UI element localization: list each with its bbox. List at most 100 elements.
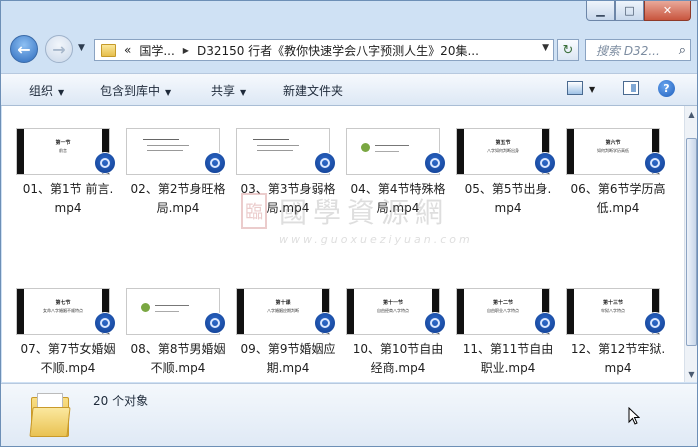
share-label: 共享 (211, 84, 236, 98)
preview-pane-icon[interactable] (623, 81, 639, 95)
back-button[interactable]: ← (10, 35, 38, 63)
chevron-down-icon: ▼ (240, 88, 247, 97)
item-count: 20 个对象 (93, 394, 149, 408)
file-name: 08、第8节男婚姻 不顺.mp4 (124, 340, 232, 378)
change-view-icon[interactable] (567, 81, 583, 95)
address-prefix[interactable]: « (124, 43, 131, 57)
scroll-up-icon[interactable]: ▲ (685, 107, 697, 121)
search-icon[interactable]: ⌕ (679, 43, 686, 58)
thumbnail-subtitle: 女命八字婚姻不顺特点 (43, 308, 83, 313)
forward-button[interactable]: → (45, 35, 73, 63)
file-name-line-1: 10、第10节自由 (352, 342, 444, 356)
thumbnail-subtitle: 如何判断学历高低 (597, 148, 629, 153)
file-name: 12、第12节牢狱. mp4 (564, 340, 672, 378)
file-name-line-1: 01、第1节 前言. (22, 182, 114, 196)
file-name-line-2: mp4 (54, 201, 82, 215)
thumbnail-title: 第十课 (275, 300, 291, 306)
file-list[interactable]: 第一节 前言 01、第1节 前言. mp4 02、第2节身旺格 局.mp4 03、第3节身弱… (2, 106, 684, 382)
file-name: 03、第3节身弱格 局.mp4 (234, 180, 342, 218)
media-player-icon (94, 152, 116, 174)
search-placeholder: 搜索 D32... (596, 43, 660, 58)
thumbnail-title: 第十二节 (492, 300, 513, 306)
recent-pages-dropdown[interactable]: ▼ (78, 43, 85, 53)
chevron-down-icon: ▼ (165, 88, 172, 97)
media-player-icon (314, 312, 336, 334)
media-player-icon (534, 152, 556, 174)
file-name-line-1: 03、第3节身弱格 (240, 182, 336, 196)
thumbnail-title: 第一节 (55, 140, 71, 146)
scrollbar-thumb[interactable] (686, 138, 697, 346)
file-name: 06、第6节学历高 低.mp4 (564, 180, 672, 218)
media-player-icon (424, 152, 446, 174)
file-name-line-1: 09、第9节婚姻应 (240, 342, 336, 356)
file-name-line-1: 12、第12节牢狱. (570, 342, 666, 356)
file-name: 10、第10节自由 经商.mp4 (344, 340, 452, 378)
media-player-icon (644, 312, 666, 334)
caption-buttons: ▁ □ ✕ (586, 1, 691, 21)
thumbnail-subtitle: 八字婚姻应期判断 (267, 308, 299, 313)
thumbnail-subtitle: 自由职业八字特点 (487, 308, 519, 313)
search-input[interactable]: 搜索 D32... ⌕ (585, 39, 691, 61)
media-player-icon (314, 152, 336, 174)
folder-icon (29, 393, 71, 437)
file-name: 09、第9节婚姻应 期.mp4 (234, 340, 342, 378)
scroll-down-icon[interactable]: ▼ (685, 367, 697, 381)
chevron-down-icon: ▼ (58, 88, 65, 97)
file-name-line-1: 06、第6节学历高 (570, 182, 666, 196)
address-dropdown-icon[interactable]: ▼ (542, 43, 549, 53)
refresh-button[interactable]: ↻ (557, 39, 579, 61)
explorer-window: ▁ □ ✕ ← → ▼ « 国学... ▶ D32150 行者《教你快速学会八字… (0, 0, 698, 447)
command-toolbar: 组织 ▼ 包含到库中 ▼ 共享 ▼ 新建文件夹 ▼ ? (1, 73, 697, 106)
file-name-line-2: 职业.mp4 (480, 361, 536, 375)
help-icon[interactable]: ? (658, 80, 675, 97)
include-in-library-button[interactable]: 包含到库中 ▼ (100, 82, 171, 99)
address-bar[interactable]: « 国学... ▶ D32150 行者《教你快速学会八字预测人生》20集... … (94, 39, 554, 61)
thumbnail-title: 第五节 (495, 140, 511, 146)
file-name-line-2: 不顺.mp4 (40, 361, 96, 375)
media-player-icon (424, 312, 446, 334)
file-name-line-1: 07、第7节女婚姻 (20, 342, 116, 356)
breadcrumb-item-2[interactable]: D32150 行者《教你快速学会八字预测人生》20集... (197, 42, 479, 59)
file-name-line-2: 低.mp4 (596, 201, 640, 215)
file-name: 02、第2节身旺格 局.mp4 (124, 180, 232, 218)
thumbnail-subtitle: 牢狱八字特点 (601, 308, 625, 313)
file-name-line-2: 局.mp4 (266, 201, 310, 215)
file-name-line-1: 11、第11节自由 (462, 342, 554, 356)
breadcrumb-separator-icon[interactable]: ▶ (183, 46, 189, 55)
close-button[interactable]: ✕ (644, 1, 691, 21)
thumbnail-subtitle: 自由经商八字特点 (377, 308, 409, 313)
include-in-library-label: 包含到库中 (100, 84, 161, 98)
maximize-button[interactable]: □ (615, 1, 644, 21)
organize-button[interactable]: 组织 ▼ (29, 82, 64, 99)
refresh-icon: ↻ (562, 42, 574, 58)
details-pane: 20 个对象 (1, 383, 697, 446)
navigation-bar: ← → ▼ « 国学... ▶ D32150 行者《教你快速学会八字预测人生》2… (1, 34, 697, 68)
view-dropdown-icon[interactable]: ▼ (589, 85, 595, 94)
file-name-line-2: mp4 (604, 361, 632, 375)
vertical-scrollbar[interactable]: ▲ ▼ (684, 106, 697, 382)
file-name-line-1: 04、第4节特殊格 (350, 182, 446, 196)
file-name: 07、第7节女婚姻 不顺.mp4 (14, 340, 122, 378)
file-name-line-2: mp4 (494, 201, 522, 215)
title-bar: ▁ □ ✕ (1, 1, 697, 31)
thumbnail-subtitle: 八字如何判断出身 (487, 148, 519, 153)
thumbnail-title: 第十一节 (382, 300, 403, 306)
new-folder-label: 新建文件夹 (283, 84, 344, 98)
file-name-line-2: 局.mp4 (376, 201, 420, 215)
breadcrumb-item-1[interactable]: 国学... (139, 42, 174, 59)
new-folder-button[interactable]: 新建文件夹 (283, 82, 343, 99)
file-name: 05、第5节出身. mp4 (454, 180, 562, 218)
file-name-line-1: 02、第2节身旺格 (130, 182, 226, 196)
folder-icon (101, 43, 116, 57)
file-name-line-2: 局.mp4 (156, 201, 200, 215)
media-player-icon (94, 312, 116, 334)
file-name-line-1: 05、第5节出身. (464, 182, 552, 196)
minimize-button[interactable]: ▁ (586, 1, 615, 21)
file-name: 11、第11节自由 职业.mp4 (454, 340, 562, 378)
media-player-icon (204, 152, 226, 174)
file-name-line-1: 08、第8节男婚姻 (130, 342, 226, 356)
share-button[interactable]: 共享 ▼ (211, 82, 246, 99)
file-name-line-2: 经商.mp4 (370, 361, 426, 375)
thumbnail-subtitle: 前言 (59, 148, 67, 153)
media-player-icon (204, 312, 226, 334)
